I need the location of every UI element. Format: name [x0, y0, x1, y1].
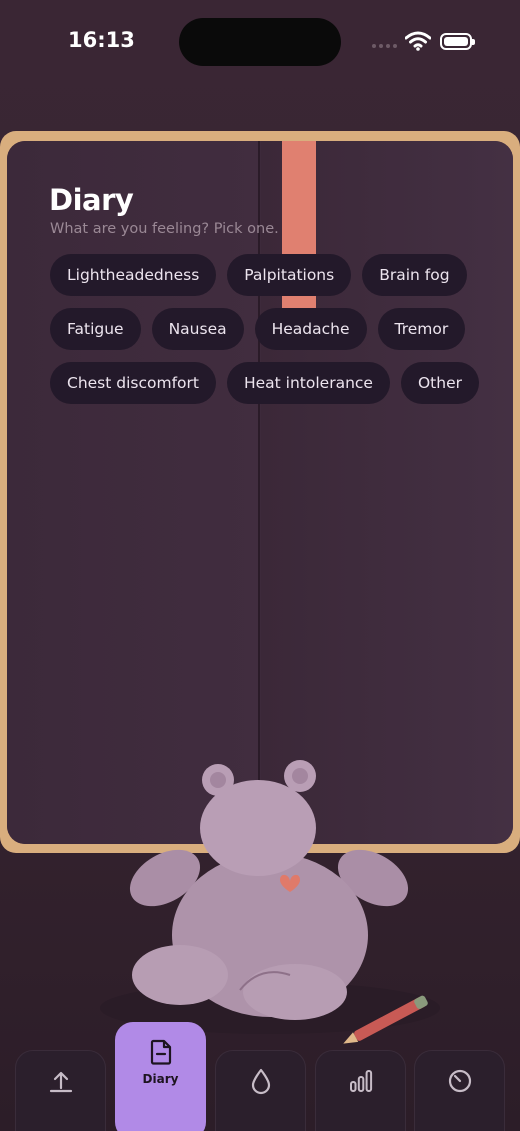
notebook-left-page: [7, 141, 259, 844]
symptom-chip-nausea[interactable]: Nausea: [151, 308, 244, 350]
symptom-chip-tremor[interactable]: Tremor: [377, 308, 466, 350]
notebook-pages: Diary What are you feeling? Pick one. Li…: [7, 141, 513, 844]
tab-diary-label: Diary: [142, 1072, 179, 1086]
symptom-chip-lightheadedness[interactable]: Lightheadedness: [50, 254, 217, 296]
dynamic-island: [179, 18, 341, 66]
tab-stats[interactable]: [315, 1050, 406, 1131]
tab-timer[interactable]: [414, 1050, 505, 1131]
symptom-chip-fatigue[interactable]: Fatigue: [50, 308, 141, 350]
drop-icon: [251, 1068, 270, 1095]
tab-drop[interactable]: [215, 1050, 306, 1131]
symptom-chip-headache[interactable]: Headache: [254, 308, 367, 350]
page-title: Diary: [49, 183, 134, 217]
symptom-chip-row: Fatigue Nausea Headache Tremor: [50, 308, 466, 350]
page-subtitle: What are you feeling? Pick one.: [50, 221, 279, 237]
bear-illustration: [100, 760, 440, 1044]
timer-icon: [448, 1069, 471, 1093]
bar-chart-icon: [349, 1070, 372, 1092]
upload-icon: [49, 1071, 72, 1093]
symptom-chip-chest-discomfort[interactable]: Chest discomfort: [50, 362, 216, 404]
battery-icon: [440, 33, 475, 50]
cellular-signal-icon: [372, 44, 397, 48]
notebook: Diary What are you feeling? Pick one. Li…: [0, 131, 520, 853]
symptom-chip-heat-intolerance[interactable]: Heat intolerance: [226, 362, 390, 404]
tab-upload[interactable]: [15, 1050, 106, 1131]
tab-bar: Diary: [0, 1022, 520, 1131]
symptom-chip-row: Chest discomfort Heat intolerance Other: [50, 362, 479, 404]
status-bar: 16:13: [0, 0, 520, 84]
notebook-spine: [258, 141, 260, 844]
status-time: 16:13: [68, 28, 135, 52]
wifi-icon: [405, 31, 431, 51]
tab-diary[interactable]: Diary: [115, 1022, 206, 1131]
symptom-chip-brain-fog[interactable]: Brain fog: [362, 254, 467, 296]
symptom-chip-other[interactable]: Other: [400, 362, 479, 404]
symptom-chip-palpitations[interactable]: Palpitations: [227, 254, 352, 296]
document-icon: [150, 1039, 171, 1065]
symptom-chip-row: Lightheadedness Palpitations Brain fog: [50, 254, 467, 296]
